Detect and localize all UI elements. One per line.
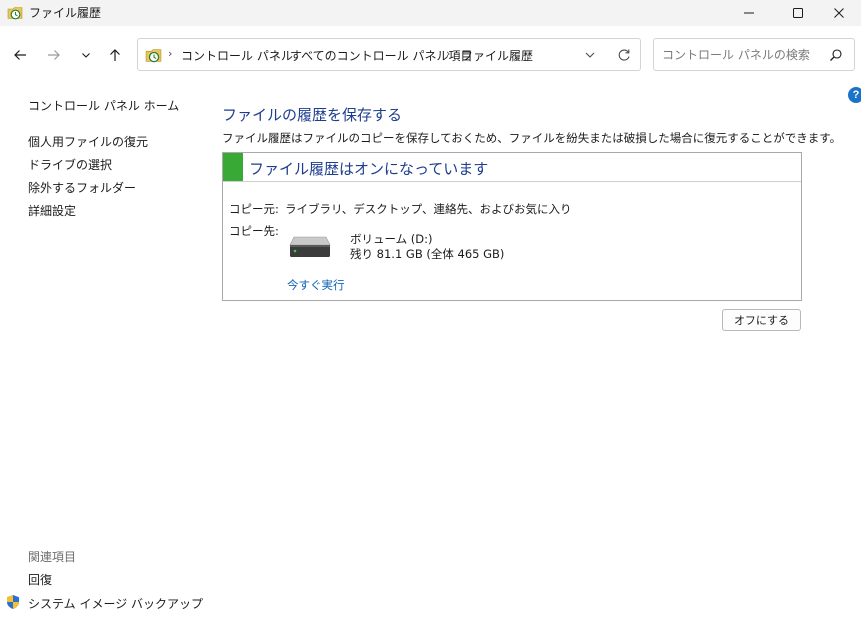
breadcrumb-chevron-icon: › [168,47,173,60]
status-text: ファイル履歴はオンになっています [249,160,489,178]
page-description: ファイル履歴はファイルのコピーを保存しておくため、ファイルを紛失または破損した場… [222,131,842,145]
arrow-up-icon [110,49,120,61]
title-bar: ファイル履歴 [0,0,861,26]
control-panel-icon [145,49,162,63]
copy-from-value: ライブラリ、デスクトップ、連絡先、およびお気に入り [285,202,572,216]
related-items-title: 関連項目 [28,550,77,564]
breadcrumb-chevron-icon[interactable]: › [275,47,279,60]
search-box [653,38,855,71]
search-input[interactable] [662,46,822,64]
advanced-settings-link[interactable]: 詳細設定 [28,202,76,219]
breadcrumb-file-history[interactable]: ファイル履歴 [461,47,533,64]
page-title: ファイルの履歴を保存する [222,106,403,124]
refresh-icon[interactable] [616,47,632,63]
select-drive-link[interactable]: ドライブの選択 [28,156,112,173]
system-image-backup-link[interactable]: システム イメージ バックアップ [28,595,203,612]
exclude-folders-link[interactable]: 除外するフォルダー [28,179,136,196]
minimize-button[interactable] [727,0,771,26]
window-title: ファイル履歴 [29,6,102,20]
close-button[interactable] [817,0,861,26]
status-header: ファイル履歴はオンになっています [223,153,801,182]
copy-to-label: コピー先: [229,224,279,238]
address-bar[interactable]: › コントロール パネル › すべてのコントロール パネル項目 › ファイル履歴 [137,38,641,71]
up-button[interactable] [103,43,127,67]
minimize-icon [744,12,754,14]
recent-locations-button[interactable] [74,43,98,67]
navigation-bar: › コントロール パネル › すべてのコントロール パネル項目 › ファイル履歴 [0,26,861,84]
back-button[interactable] [8,43,32,67]
drive-space: 残り 81.1 GB (全体 465 GB) [350,247,505,261]
chevron-down-icon [82,53,90,58]
hard-drive-icon [289,236,331,257]
recovery-link[interactable]: 回復 [28,571,52,588]
close-icon [834,8,844,18]
status-indicator [223,153,243,181]
arrow-right-icon [48,50,60,60]
chevron-down-icon[interactable] [583,48,597,62]
status-panel: ファイル履歴はオンになっています コピー元: ライブラリ、デスクトップ、連絡先、… [222,152,802,301]
turn-off-button[interactable]: オフにする [722,309,801,331]
copy-from-label: コピー元: [229,202,279,216]
maximize-button[interactable] [776,0,820,26]
arrow-left-icon [14,50,26,60]
restore-personal-files-link[interactable]: 個人用ファイルの復元 [28,133,148,150]
breadcrumb-chevron-icon[interactable]: › [446,47,450,60]
help-icon: ? [852,89,860,101]
file-history-icon [7,7,23,20]
uac-shield-icon [7,595,19,609]
run-now-link[interactable]: 今すぐ実行 [287,277,345,293]
control-panel-home-link[interactable]: コントロール パネル ホーム [28,97,179,114]
search-icon[interactable] [829,48,843,62]
maximize-icon [793,8,803,18]
forward-button[interactable] [42,43,66,67]
help-button[interactable]: ? [848,87,861,103]
drive-name: ボリューム (D:) [350,232,433,246]
